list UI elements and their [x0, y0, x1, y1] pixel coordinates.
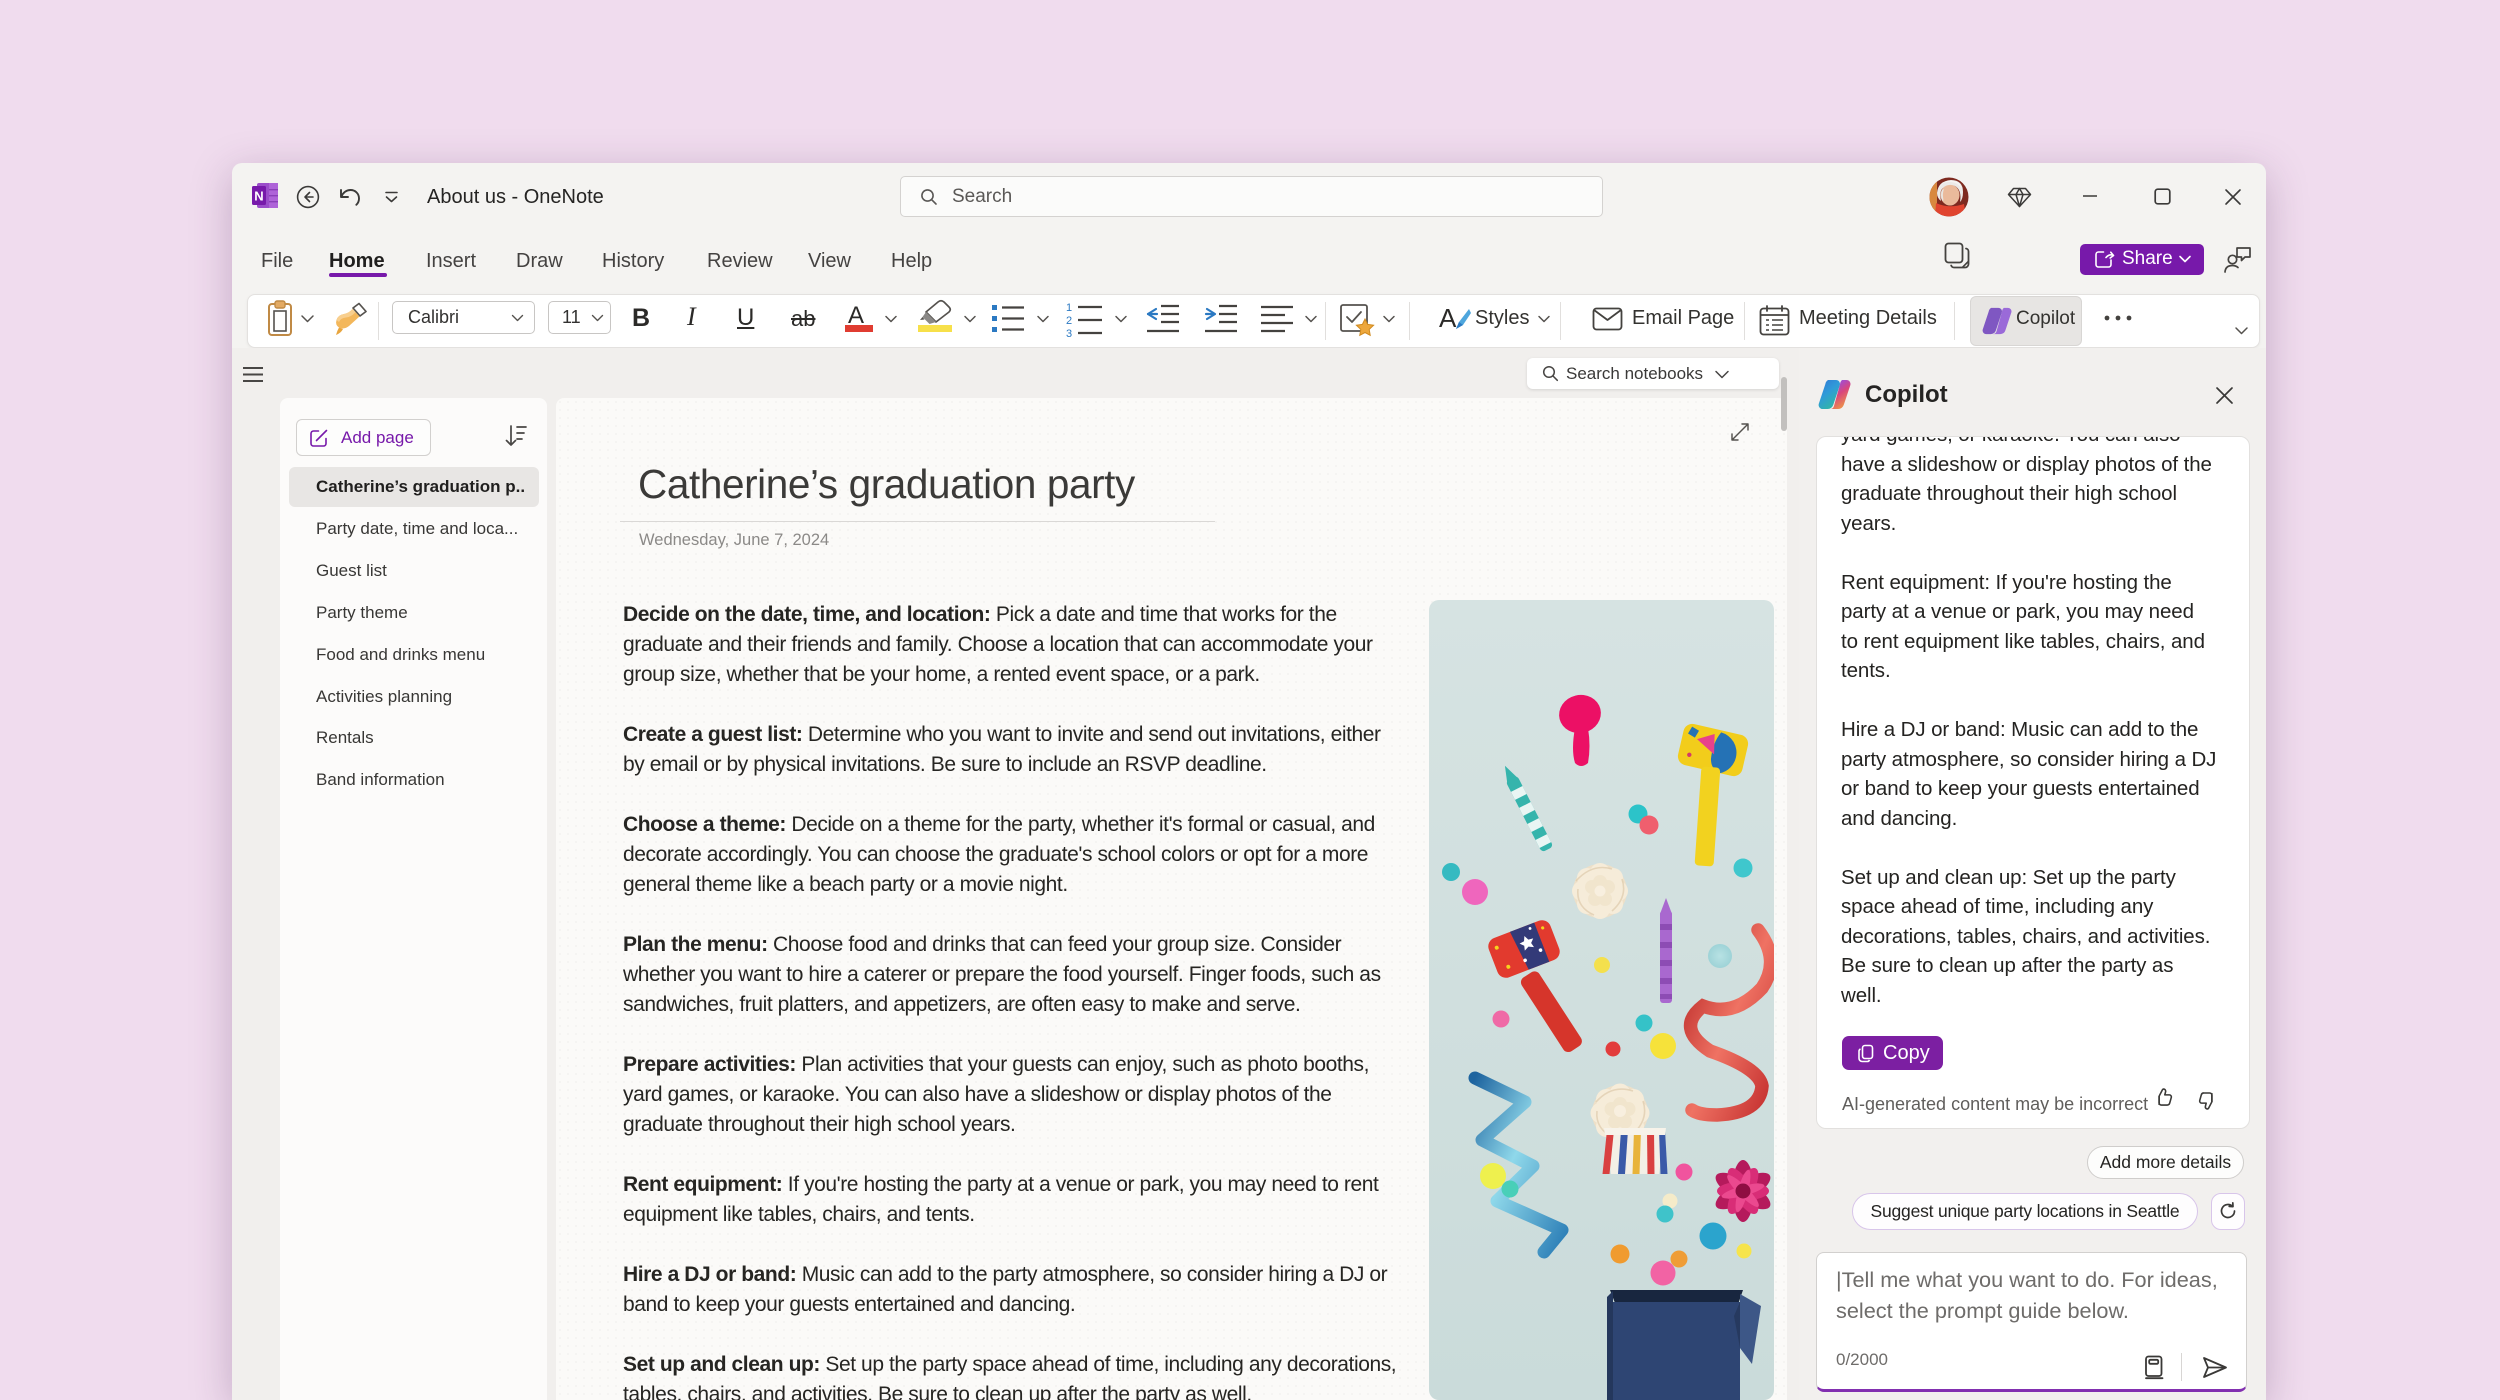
svg-text:N: N — [254, 189, 263, 204]
svg-text:A: A — [1439, 303, 1457, 333]
svg-text:1: 1 — [1066, 302, 1072, 314]
svg-text:3: 3 — [1066, 328, 1072, 338]
svg-text:2: 2 — [1066, 315, 1072, 327]
